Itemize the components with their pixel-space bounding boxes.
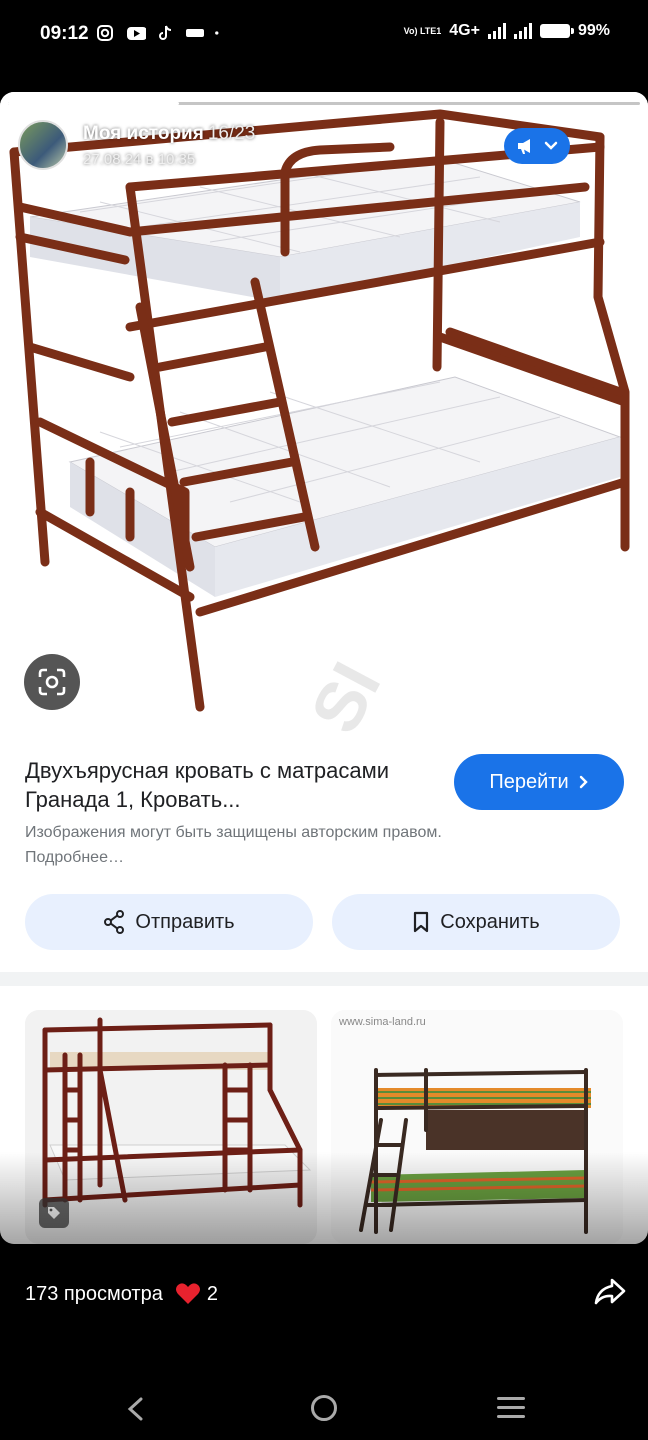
story-progress-fill (8, 102, 179, 105)
story-header[interactable]: Моя история 16/23 27.08.24 в 10:35 (18, 120, 255, 170)
go-button-label: Перейти (489, 770, 569, 793)
status-bar: 09:12 Vo) LTE1 4G+ 99% (0, 0, 648, 70)
back-icon[interactable] (126, 1396, 144, 1422)
thumb-source-caption: www.sima-land.ru (339, 1016, 426, 1028)
signal-icon-2 (513, 23, 532, 39)
related-image-2[interactable]: www.sima-land.ru (331, 1010, 623, 1244)
share-button[interactable]: Отправить (25, 894, 313, 950)
network-label: 4G+ (449, 22, 480, 39)
chevron-down-icon (544, 141, 558, 150)
notification-icons (96, 24, 224, 42)
story-title: Моя история 16/23 (83, 123, 255, 145)
tag-icon[interactable] (39, 1198, 69, 1228)
app-icon (186, 29, 204, 37)
dot-icon (215, 31, 219, 35)
chevron-right-icon (579, 775, 588, 789)
bunk-bed-thumb-image-2 (331, 1010, 623, 1244)
story-title-text: Моя история (83, 122, 204, 144)
heart-icon[interactable] (175, 1282, 201, 1306)
battery-icon (539, 24, 574, 38)
forward-share-icon[interactable] (592, 1276, 628, 1308)
tiktok-icon (159, 25, 172, 40)
battery-label: 99% (577, 22, 610, 39)
related-image-1[interactable] (25, 1010, 317, 1244)
recents-icon[interactable] (497, 1397, 525, 1418)
go-button[interactable]: Перейти (454, 754, 624, 810)
status-time: 09:12 (40, 23, 89, 44)
instagram-icon (97, 25, 113, 41)
story-footer: 173 просмотра 2 (25, 1282, 218, 1306)
lens-search-button[interactable] (24, 654, 80, 710)
story-progress-bar (8, 102, 640, 105)
save-button-label: Сохранить (440, 910, 540, 933)
copyright-note[interactable]: Изображения могут быть защищены авторски… (25, 820, 465, 870)
system-nav-bar (0, 1380, 648, 1440)
result-title[interactable]: Двухъярусная кровать с матрасами Гранада… (25, 756, 425, 814)
likes-count: 2 (206, 1282, 218, 1305)
save-button[interactable]: Сохранить (332, 894, 620, 950)
signal-icon (487, 23, 506, 39)
youtube-icon (127, 27, 146, 40)
views-count[interactable]: 173 просмотра (25, 1283, 163, 1306)
story-card[interactable]: EGASI Моя история16/23 27.08.24 в 10:35 … (0, 92, 648, 1244)
story-date: 27.08.24 в 10:35 (83, 150, 196, 168)
status-right: Vo) LTE1 4G+ 99% (404, 22, 610, 40)
bunk-bed-image: EGASI (0, 92, 648, 732)
home-icon[interactable] (311, 1395, 337, 1421)
volte-label: Vo) LTE1 (403, 25, 442, 36)
bookmark-icon (414, 911, 429, 933)
avatar[interactable] (18, 120, 68, 170)
share-button-label: Отправить (135, 910, 235, 933)
lens-icon (38, 668, 66, 696)
story-counter: 16/23 (207, 122, 256, 144)
promote-button[interactable] (504, 128, 570, 164)
share-icon (104, 910, 125, 934)
more-options-icon[interactable] (606, 130, 611, 153)
megaphone-icon (518, 139, 530, 154)
section-divider (0, 972, 648, 986)
